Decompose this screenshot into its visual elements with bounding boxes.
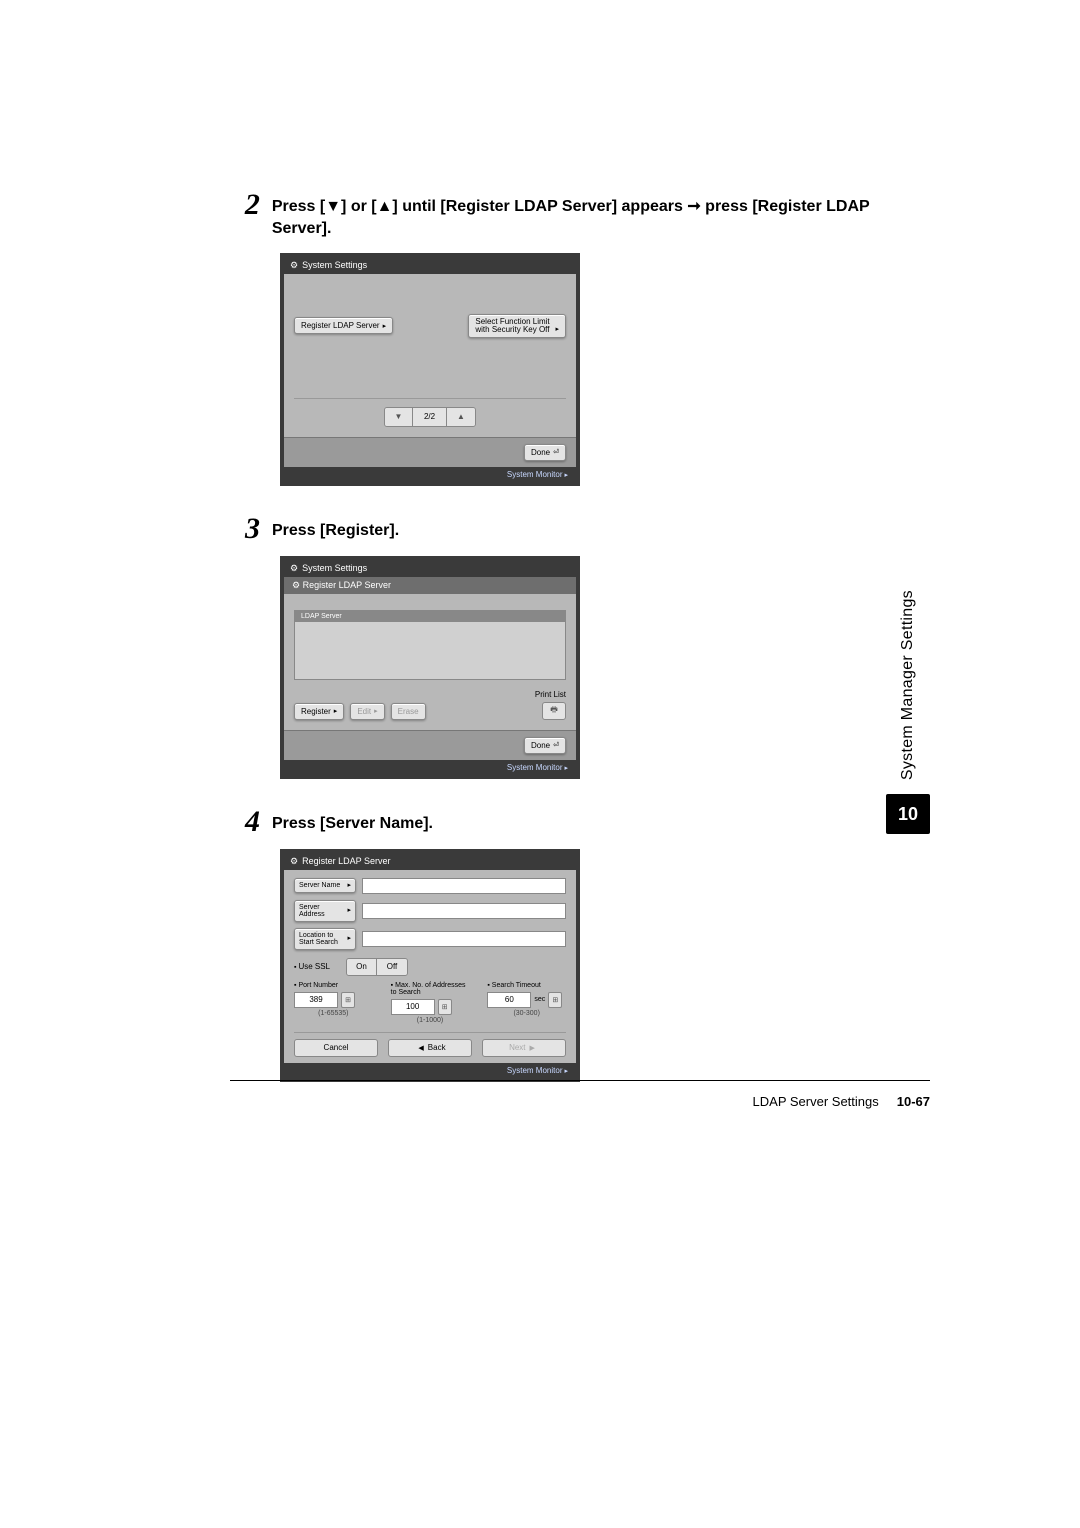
triangle-right-icon: ▸	[564, 472, 568, 479]
port-number-field[interactable]: 389	[294, 992, 338, 1008]
cancel-button[interactable]: Cancel	[294, 1039, 378, 1057]
step-4: 4 Press [Server Name]. ⚙ Register LDAP S…	[230, 807, 930, 1082]
window-titlebar: ⚙ Register LDAP Server	[284, 853, 576, 870]
step-instruction: Press [Register].	[272, 514, 399, 542]
step-number: 3	[230, 514, 260, 544]
page-indicator: 2/2	[413, 408, 447, 426]
back-button[interactable]: ◀Back	[388, 1039, 472, 1057]
chevron-right-icon: ▸	[334, 707, 338, 715]
return-icon: ⏎	[553, 741, 559, 749]
chevron-right-icon: ▸	[347, 935, 351, 942]
location-start-search-button[interactable]: Location to Start Search▸	[294, 928, 356, 950]
page-footer: LDAP Server Settings 10-67	[230, 1094, 930, 1109]
window-titlebar: ⚙ System Settings	[284, 560, 576, 577]
screenshot-system-settings: ⚙ System Settings Register LDAP Server ▸…	[280, 253, 580, 486]
max-addresses-field[interactable]: 100	[391, 999, 435, 1015]
footer-page-number: 10-67	[897, 1094, 930, 1109]
step-2: 2 Press [▼] or [▲] until [Register LDAP …	[230, 190, 930, 486]
system-monitor-link[interactable]: System Monitor▸	[284, 760, 576, 775]
window-title: System Settings	[302, 563, 367, 573]
print-list-label: Print List	[535, 690, 566, 699]
port-number-label: Port Number	[294, 982, 373, 989]
search-timeout-label: Search Timeout	[487, 982, 566, 989]
step-instruction: Press [Server Name].	[272, 807, 433, 835]
footer-rule	[230, 1080, 930, 1081]
register-ldap-server-button[interactable]: Register LDAP Server ▸	[294, 317, 393, 334]
step-number: 2	[230, 190, 260, 220]
screenshot-register-ldap-form: ⚙ Register LDAP Server Server Name▸ Serv…	[280, 849, 580, 1082]
max-addresses-label: Max. No. of Addresses to Search	[391, 982, 470, 996]
chevron-right-icon: ▸	[374, 707, 378, 715]
step-3: 3 Press [Register]. ⚙ System Settings ⚙ …	[230, 514, 930, 779]
done-button[interactable]: Done ⏎	[524, 444, 566, 461]
done-button[interactable]: Done ⏎	[524, 737, 566, 754]
server-name-button[interactable]: Server Name▸	[294, 878, 356, 893]
window-title: Register LDAP Server	[302, 856, 390, 866]
server-address-button[interactable]: Server Address▸	[294, 900, 356, 922]
window-title: System Settings	[302, 260, 367, 270]
keypad-icon: ⊞	[345, 996, 351, 1004]
triangle-left-icon: ◀	[418, 1044, 423, 1052]
keypad-icon: ⊞	[552, 996, 558, 1004]
triangle-right-icon: ▸	[564, 1068, 568, 1075]
screenshot-register-ldap-list: ⚙ System Settings ⚙ Register LDAP Server…	[280, 556, 580, 779]
step-instruction: Press [▼] or [▲] until [Register LDAP Se…	[272, 190, 930, 241]
function-limit-button[interactable]: Select Function Limit with Security Key …	[468, 314, 566, 338]
system-monitor-link[interactable]: System Monitor▸	[284, 467, 576, 482]
search-timeout-field[interactable]: 60	[487, 992, 531, 1008]
window-titlebar: ⚙ System Settings	[284, 257, 576, 274]
port-range: (1-65535)	[294, 1010, 373, 1017]
gear-icon: ⚙	[290, 260, 298, 271]
list-header: LDAP Server	[295, 611, 565, 622]
chevron-right-icon: ▸	[347, 907, 351, 914]
server-name-field[interactable]	[362, 878, 566, 894]
use-ssl-toggle[interactable]: On Off	[346, 958, 408, 976]
pager: ▼ 2/2 ▲	[294, 398, 566, 427]
max-range: (1-1000)	[391, 1017, 470, 1024]
ssl-on-option[interactable]: On	[347, 959, 377, 975]
server-address-field[interactable]	[362, 903, 566, 919]
chapter-label: System Manager Settings	[899, 590, 917, 780]
system-monitor-link[interactable]: System Monitor▸	[284, 1063, 576, 1078]
next-button[interactable]: Next▶	[482, 1039, 566, 1057]
step-number: 4	[230, 807, 260, 837]
window-subtitle: ⚙ Register LDAP Server	[284, 577, 576, 594]
page-up-button[interactable]: ▲	[447, 408, 475, 426]
gear-icon: ⚙	[292, 580, 300, 590]
register-button[interactable]: Register ▸	[294, 703, 344, 720]
chapter-tab: System Manager Settings 10	[886, 590, 930, 834]
gear-icon: ⚙	[290, 563, 298, 574]
timeout-stepper[interactable]: ⊞	[548, 992, 562, 1008]
keypad-icon: ⊞	[442, 1003, 448, 1011]
return-icon: ⏎	[553, 448, 559, 456]
use-ssl-label: Use SSL	[294, 962, 330, 971]
triangle-right-icon: ▶	[530, 1044, 535, 1052]
timeout-range: (30-300)	[487, 1010, 566, 1017]
footer-section: LDAP Server Settings	[753, 1094, 879, 1109]
ssl-off-option[interactable]: Off	[377, 959, 407, 975]
location-field[interactable]	[362, 931, 566, 947]
erase-button[interactable]: Erase	[391, 703, 426, 720]
page-down-button[interactable]: ▼	[385, 408, 413, 426]
print-list-button[interactable]: 🖶	[542, 702, 566, 720]
chevron-right-icon: ▸	[347, 882, 351, 889]
ldap-server-list[interactable]: LDAP Server	[294, 610, 566, 680]
triangle-right-icon: ▸	[564, 765, 568, 772]
chevron-right-icon: ▸	[383, 322, 387, 330]
timeout-unit: sec	[534, 996, 545, 1003]
edit-button[interactable]: Edit ▸	[350, 703, 384, 720]
chevron-right-icon: ▸	[555, 326, 559, 333]
chapter-number: 10	[886, 794, 930, 834]
max-stepper[interactable]: ⊞	[438, 999, 452, 1015]
printer-icon: 🖶	[550, 704, 558, 718]
gear-icon: ⚙	[290, 856, 298, 867]
port-stepper[interactable]: ⊞	[341, 992, 355, 1008]
